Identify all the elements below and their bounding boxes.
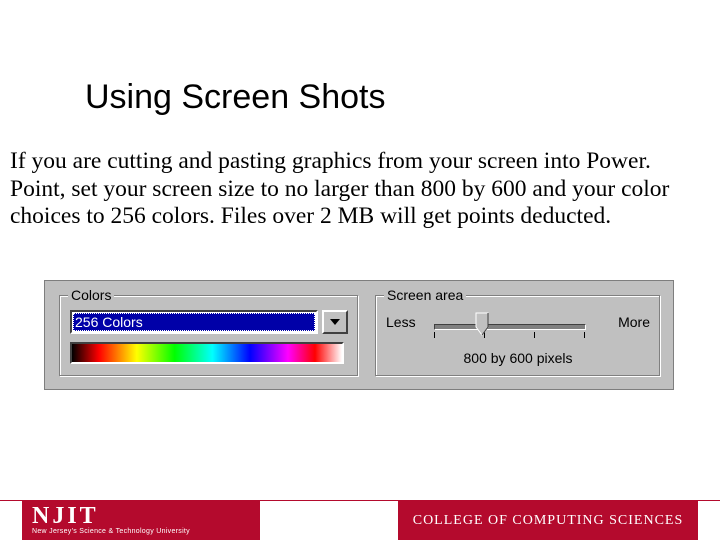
college-name: COLLEGE OF COMPUTING SCIENCES: [413, 513, 684, 529]
college-name-block: COLLEGE OF COMPUTING SCIENCES: [398, 501, 698, 540]
slide-title: Using Screen Shots: [85, 78, 386, 117]
slider-tick: [434, 332, 435, 338]
dropdown-value: 256 Colors: [73, 313, 315, 331]
resolution-slider-track[interactable]: [434, 324, 586, 330]
njit-wordmark: NJIT: [32, 506, 260, 528]
slider-tick: [534, 332, 535, 338]
slider-tick: [584, 332, 585, 338]
chevron-down-icon: [330, 319, 340, 325]
screen-area-groupbox: Screen area Less More 800 by 600 pixels: [375, 295, 661, 377]
njit-logo-block: NJIT New Jersey's Science & Technology U…: [22, 501, 260, 540]
colors-group-label: Colors: [68, 287, 114, 303]
color-spectrum-preview: [70, 342, 344, 364]
slider-less-label: Less: [386, 314, 416, 330]
dropdown-button[interactable]: [322, 310, 348, 334]
footer: NJIT New Jersey's Science & Technology U…: [0, 478, 720, 540]
screen-area-group-label: Screen area: [384, 287, 466, 303]
body-paragraph: If you are cutting and pasting graphics …: [10, 148, 712, 231]
dropdown-field[interactable]: 256 Colors: [70, 310, 318, 334]
colors-groupbox: Colors 256 Colors: [59, 295, 359, 377]
resolution-value-label: 800 by 600 pixels: [376, 350, 660, 366]
njit-tagline: New Jersey's Science & Technology Univer…: [32, 528, 260, 535]
display-settings-screenshot: Colors 256 Colors Screen area Less More: [44, 280, 674, 390]
slider-more-label: More: [618, 314, 650, 330]
resolution-slider-thumb[interactable]: [475, 312, 489, 336]
color-depth-dropdown[interactable]: 256 Colors: [70, 310, 348, 334]
